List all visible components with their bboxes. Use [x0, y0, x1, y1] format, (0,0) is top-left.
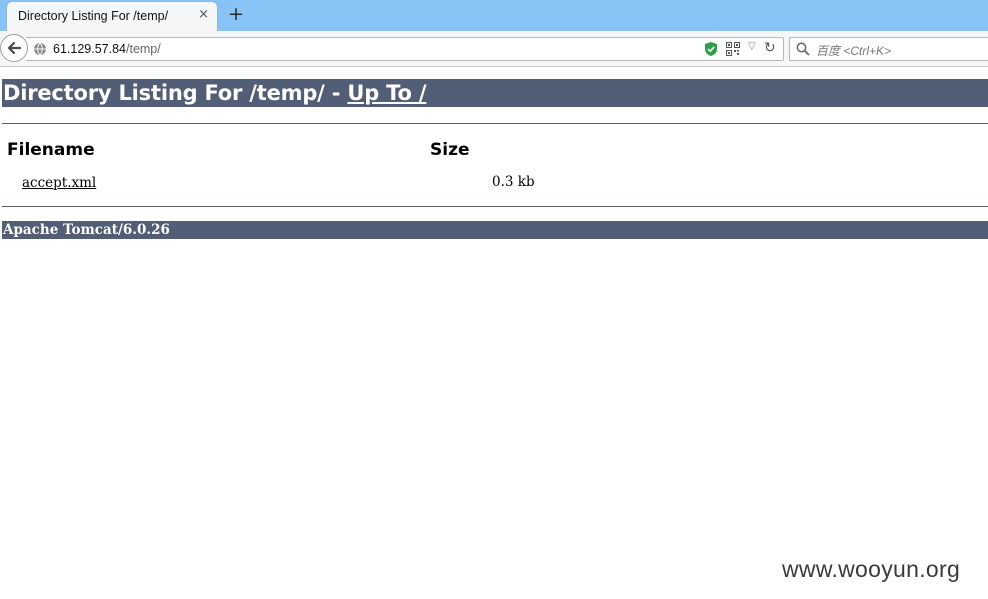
- new-tab-button[interactable]: +: [228, 3, 244, 25]
- watermark: www.wooyun.org: [782, 556, 961, 582]
- browser-tab[interactable]: Directory Listing For /temp/ ×: [6, 1, 218, 31]
- reload-icon[interactable]: ↻: [764, 40, 776, 56]
- url-host: 61.129.57.84: [53, 42, 126, 56]
- search-icon: [796, 42, 810, 56]
- divider-bottom: [2, 206, 988, 207]
- file-size: 0.3 kb: [492, 174, 535, 190]
- qr-code-icon[interactable]: [726, 42, 740, 56]
- search-placeholder: 百度 <Ctrl+K>: [816, 44, 892, 58]
- address-bar[interactable]: 61.129.57.84/temp/ ▽ ↻: [26, 37, 784, 61]
- close-tab-icon[interactable]: ×: [198, 7, 209, 22]
- heading-text: Directory Listing For /temp/ -: [3, 81, 348, 105]
- file-link[interactable]: accept.xml: [22, 175, 96, 191]
- divider-top: [2, 123, 988, 124]
- up-to-link[interactable]: Up To /: [347, 81, 426, 105]
- globe-icon: [34, 42, 46, 56]
- column-header-size: Size: [430, 140, 470, 160]
- tab-strip: Directory Listing For /temp/ × +: [0, 0, 988, 31]
- search-bar[interactable]: 百度 <Ctrl+K>: [789, 37, 988, 61]
- server-footer: Apache Tomcat/6.0.26: [2, 221, 988, 239]
- dropdown-icon[interactable]: ▽: [748, 41, 756, 52]
- column-header-filename: Filename: [7, 140, 95, 160]
- back-arrow-icon: [7, 41, 22, 55]
- page-content: Directory Listing For /temp/ - Up To / F…: [2, 79, 988, 239]
- back-button[interactable]: [0, 34, 28, 62]
- page-heading: Directory Listing For /temp/ - Up To /: [2, 79, 988, 107]
- url-path: /temp/: [126, 42, 161, 56]
- navigation-bar: 61.129.57.84/temp/ ▽ ↻ 百度 <Ctrl+K>: [0, 31, 988, 67]
- tab-title: Directory Listing For /temp/: [18, 9, 169, 23]
- shield-icon[interactable]: [704, 41, 718, 57]
- url-text[interactable]: 61.129.57.84/temp/: [53, 42, 161, 56]
